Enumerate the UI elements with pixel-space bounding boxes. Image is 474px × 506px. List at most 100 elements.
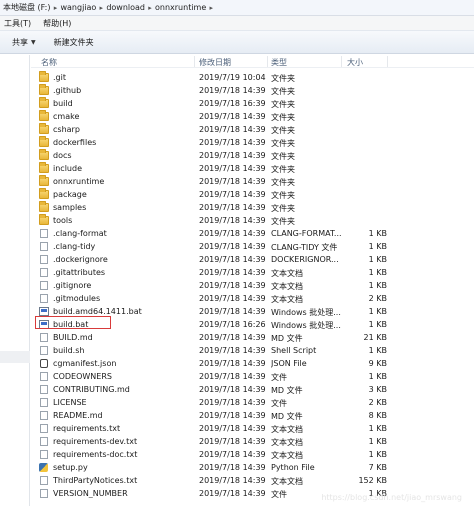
file-date: 2019/7/18 14:39 <box>199 450 266 459</box>
column-divider[interactable] <box>267 56 268 67</box>
share-button[interactable]: 共享 ▼ <box>12 37 36 48</box>
table-row[interactable]: build 2019/7/18 16:39 文件夹 <box>31 97 474 110</box>
breadcrumb-item[interactable]: download <box>106 3 145 12</box>
chevron-right-icon[interactable]: ▸ <box>50 4 60 12</box>
file-icon <box>40 281 48 290</box>
table-row[interactable]: setup.py 2019/7/18 14:39 Python File 7 KB <box>31 461 474 474</box>
table-row[interactable]: onnxruntime 2019/7/18 14:39 文件夹 <box>31 175 474 188</box>
file-name: BUILD.md <box>53 333 93 342</box>
table-row[interactable]: .clang-tidy 2019/7/18 14:39 CLANG-TIDY 文件 1… <box>31 240 474 253</box>
table-row[interactable]: ThirdPartyNotices.txt 2019/7/18 14:39 文本文档… <box>31 474 474 487</box>
file-icon <box>40 255 48 264</box>
file-date: 2019/7/18 14:39 <box>199 437 266 446</box>
file-icon <box>40 372 48 381</box>
chevron-right-icon[interactable]: ▸ <box>145 4 155 12</box>
chevron-right-icon[interactable]: ▸ <box>206 4 216 12</box>
file-name: csharp <box>53 125 80 134</box>
file-icon <box>40 450 48 459</box>
menu-tools[interactable]: 工具(T) <box>4 18 31 29</box>
file-icon <box>40 268 48 277</box>
breadcrumb-item[interactable]: 本地磁盘 (F:) <box>3 2 50 13</box>
table-row[interactable]: .clang-format 2019/7/18 14:39 CLANG-FORMAT… <box>31 227 474 240</box>
table-row[interactable]: .gitmodules 2019/7/18 14:39 文本文档 2 KB <box>31 292 474 305</box>
folder-icon <box>39 84 49 95</box>
table-row[interactable]: csharp 2019/7/18 14:39 文件夹 <box>31 123 474 136</box>
file-date: 2019/7/18 16:39 <box>199 99 266 108</box>
breadcrumb-item[interactable]: wangjiao <box>60 3 96 12</box>
table-row[interactable]: .gitattributes 2019/7/18 14:39 文本文档 1 KB <box>31 266 474 279</box>
file-size: 1 KB <box>368 307 387 316</box>
chevron-down-icon: ▼ <box>31 38 36 46</box>
table-row[interactable]: CONTRIBUTING.md 2019/7/18 14:39 MD 文件 3 KB <box>31 383 474 396</box>
menu-help[interactable]: 帮助(H) <box>43 18 71 29</box>
file-size: 1 KB <box>368 255 387 264</box>
column-name[interactable]: 名称 <box>41 57 57 68</box>
file-type: Python File <box>271 463 315 472</box>
breadcrumb-item[interactable]: onnxruntime <box>155 3 206 12</box>
table-row[interactable]: requirements-doc.txt 2019/7/18 14:39 文本文档 1… <box>31 448 474 461</box>
file-name: package <box>53 190 87 199</box>
table-row[interactable]: include 2019/7/18 14:39 文件夹 <box>31 162 474 175</box>
table-row[interactable]: .git 2019/7/19 10:04 文件夹 <box>31 71 474 84</box>
file-date: 2019/7/18 14:39 <box>199 151 266 160</box>
file-type: 文件夹 <box>271 126 295 135</box>
table-row[interactable]: CODEOWNERS 2019/7/18 14:39 文件 1 KB <box>31 370 474 383</box>
table-row[interactable]: LICENSE 2019/7/18 14:39 文件 2 KB <box>31 396 474 409</box>
file-name: CONTRIBUTING.md <box>53 385 130 394</box>
file-name: requirements.txt <box>53 424 121 433</box>
table-row[interactable]: samples 2019/7/18 14:39 文件夹 <box>31 201 474 214</box>
table-row[interactable]: .gitignore 2019/7/18 14:39 文本文档 1 KB <box>31 279 474 292</box>
file-date: 2019/7/18 14:39 <box>199 86 266 95</box>
file-type: 文件夹 <box>271 178 295 187</box>
file-name: build.sh <box>53 346 85 355</box>
table-row[interactable]: dockerfiles 2019/7/18 14:39 文件夹 <box>31 136 474 149</box>
column-divider[interactable] <box>341 56 342 67</box>
file-date: 2019/7/18 14:39 <box>199 229 266 238</box>
table-row[interactable]: build.sh 2019/7/18 14:39 Shell Script 1 KB <box>31 344 474 357</box>
file-icon <box>40 437 48 446</box>
table-row[interactable]: README.md 2019/7/18 14:39 MD 文件 8 KB <box>31 409 474 422</box>
nav-selected-item[interactable] <box>0 351 30 363</box>
table-row[interactable]: cmake 2019/7/18 14:39 文件夹 <box>31 110 474 123</box>
file-name: CODEOWNERS <box>53 372 112 381</box>
column-size[interactable]: 大小 <box>347 57 363 68</box>
table-row[interactable]: tools 2019/7/18 14:39 文件夹 <box>31 214 474 227</box>
file-name: requirements-dev.txt <box>53 437 138 446</box>
chevron-right-icon[interactable]: ▸ <box>96 4 106 12</box>
menu-bar: 工具(T) 帮助(H) <box>0 16 474 30</box>
table-row[interactable]: .dockerignore 2019/7/18 14:39 DOCKERIGNOR.… <box>31 253 474 266</box>
table-row[interactable]: requirements.txt 2019/7/18 14:39 文本文档 1 KB <box>31 422 474 435</box>
table-row[interactable]: BUILD.md 2019/7/18 14:39 MD 文件 21 KB <box>31 331 474 344</box>
folder-icon <box>39 201 49 212</box>
file-type: 文本文档 <box>271 269 303 278</box>
file-size: 1 KB <box>368 229 387 238</box>
table-row[interactable]: .github 2019/7/18 14:39 文件夹 <box>31 84 474 97</box>
file-type: MD 文件 <box>271 386 303 395</box>
file-date: 2019/7/18 14:39 <box>199 242 266 251</box>
table-row[interactable]: cgmanifest.json 2019/7/18 14:39 JSON File 9… <box>31 357 474 370</box>
file-date: 2019/7/18 14:39 <box>199 112 266 121</box>
navigation-pane[interactable] <box>0 55 30 506</box>
column-divider[interactable] <box>387 56 388 67</box>
column-type[interactable]: 类型 <box>271 57 287 68</box>
new-folder-button[interactable]: 新建文件夹 <box>54 37 94 48</box>
share-label: 共享 <box>12 37 28 47</box>
file-icon <box>40 411 48 420</box>
file-name: ThirdPartyNotices.txt <box>53 476 138 485</box>
folder-icon <box>39 175 49 186</box>
column-date[interactable]: 修改日期 <box>199 57 231 68</box>
file-type: 文本文档 <box>271 295 303 304</box>
file-type: CLANG-TIDY 文件 <box>271 243 338 252</box>
file-type: 文件夹 <box>271 191 295 200</box>
file-size: 1 KB <box>368 320 387 329</box>
breadcrumb[interactable]: 本地磁盘 (F:) ▸ wangjiao ▸ download ▸ onnxru… <box>0 0 474 16</box>
file-date: 2019/7/18 14:39 <box>199 268 266 277</box>
table-row[interactable]: requirements-dev.txt 2019/7/18 14:39 文本文档 1… <box>31 435 474 448</box>
file-type: CLANG-FORMAT... <box>271 229 342 238</box>
table-row[interactable]: docs 2019/7/18 14:39 文件夹 <box>31 149 474 162</box>
file-date: 2019/7/18 14:39 <box>199 411 266 420</box>
column-divider[interactable] <box>194 56 195 67</box>
file-size: 7 KB <box>368 463 387 472</box>
file-name: .clang-format <box>53 229 107 238</box>
table-row[interactable]: package 2019/7/18 14:39 文件夹 <box>31 188 474 201</box>
